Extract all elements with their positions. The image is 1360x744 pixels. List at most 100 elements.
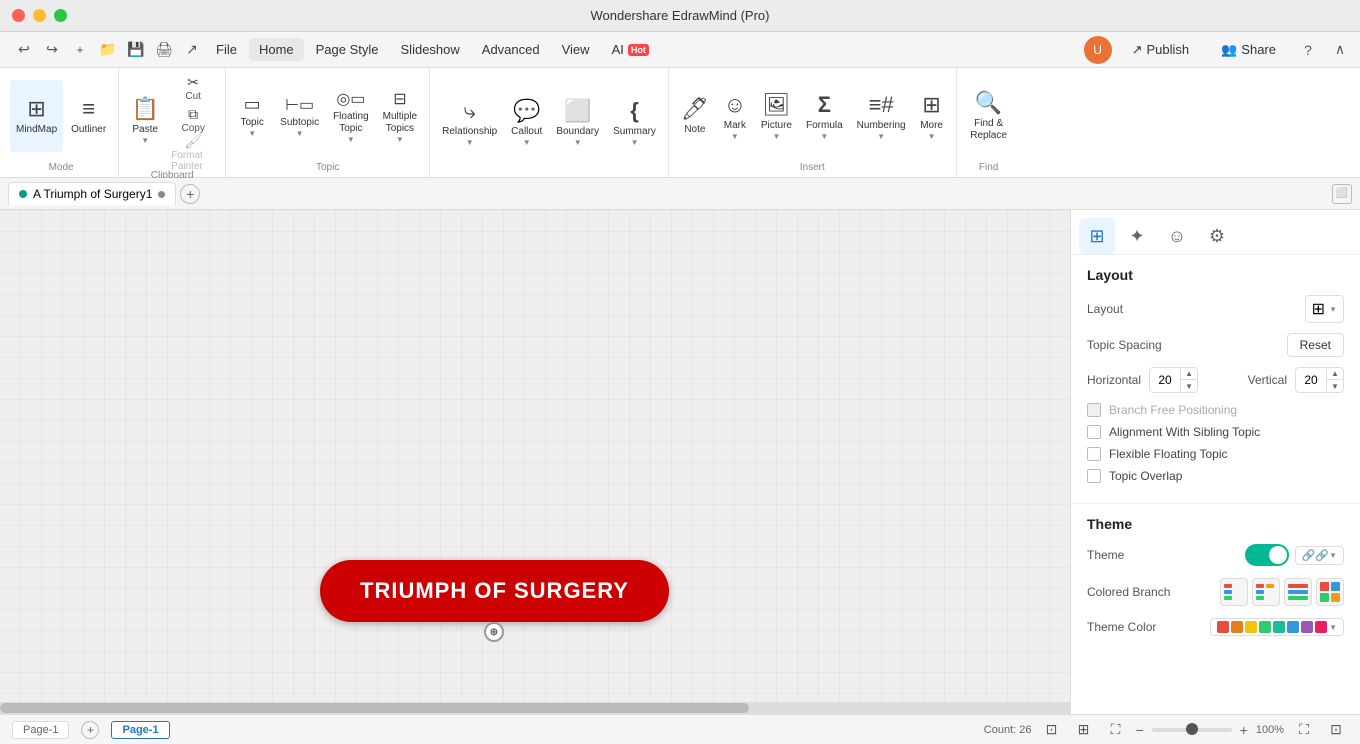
fit-view-btn[interactable]: ⊡ (1039, 718, 1063, 742)
expand-btn[interactable]: ⬜ (1332, 184, 1352, 204)
menu-advanced[interactable]: Advanced (472, 38, 550, 61)
canvas[interactable]: TRIUMPH OF SURGERY ⊕ (0, 210, 1070, 714)
note-btn[interactable]: 🖊 Note (675, 80, 715, 152)
copy-btn[interactable]: ⧉ Copy (167, 104, 219, 136)
panel-tab-ai[interactable]: ✦ (1119, 218, 1155, 254)
open-btn[interactable]: 📁 (96, 38, 120, 62)
topic-btn[interactable]: ▭ Topic ▼ (232, 80, 272, 152)
branch-option-1[interactable] (1220, 578, 1248, 606)
collapse-btn[interactable]: ∧ (1328, 38, 1352, 62)
mark-btn[interactable]: ☺ Mark ▼ (717, 80, 753, 152)
find-replace-btn[interactable]: 🔍 Find &Replace (963, 80, 1015, 152)
undo-btn[interactable]: ↩ (12, 38, 36, 62)
toggle-switch[interactable] (1245, 544, 1289, 566)
menu-view[interactable]: View (552, 38, 600, 61)
paste-btn[interactable]: 📋 Paste ▼ (125, 84, 165, 156)
mindmap-icon: ⊞ (27, 96, 45, 122)
maximize-btn[interactable] (54, 9, 67, 22)
layout-section: Layout Layout ⊞ ▼ Topic Spacing Reset Ho… (1071, 255, 1360, 504)
find-section: 🔍 Find &Replace Find (957, 68, 1021, 177)
vertical-spinner[interactable]: 20 ▲ ▼ (1295, 367, 1344, 393)
undo-redo-group: ↩ ↪ + 📁 💾 🖨 ↗ (12, 38, 204, 62)
tab-triumph[interactable]: A Triumph of Surgery1 (8, 182, 176, 205)
relationship-btn[interactable]: ⤷ Relationship ▼ (436, 87, 503, 159)
clipboard-col: ✂ Cut ⧉ Copy 🖌 Format Painter (167, 72, 219, 168)
help-btn[interactable]: ? (1296, 38, 1320, 62)
mind-map-central-node[interactable]: TRIUMPH OF SURGERY ⊕ (320, 560, 669, 622)
colored-branch-options (1220, 578, 1344, 606)
picture-btn[interactable]: 🖼 Picture ▼ (755, 80, 798, 152)
zoom-slider[interactable] (1152, 728, 1232, 732)
mindmap-btn[interactable]: ⊞ MindMap (10, 80, 63, 152)
new-tab-btn[interactable]: + (180, 184, 200, 204)
vertical-up[interactable]: ▲ (1327, 368, 1343, 380)
horizontal-down[interactable]: ▼ (1181, 380, 1197, 392)
layout-label: Layout (1087, 302, 1123, 316)
menu-home[interactable]: Home (249, 38, 304, 61)
print-btn[interactable]: 🖨 (152, 38, 176, 62)
save-btn[interactable]: 💾 (124, 38, 148, 62)
theme-color-palette[interactable]: ▼ (1210, 618, 1344, 636)
numbering-caret: ▼ (877, 132, 885, 141)
theme-option-select[interactable]: 🔗🔗 ▼ (1295, 546, 1344, 565)
format-painter-icon: 🖌 (184, 133, 202, 150)
mind-map-node-text: TRIUMPH OF SURGERY (360, 578, 629, 603)
multiple-topics-btn[interactable]: ⊟ MultipleTopics ▼ (377, 80, 423, 152)
export-btn[interactable]: ↗ (180, 38, 204, 62)
boundary-btn[interactable]: ⬜ Boundary ▼ (550, 87, 605, 159)
new-btn[interactable]: + (68, 38, 92, 62)
cut-btn[interactable]: ✂ Cut (167, 72, 219, 104)
menu-slideshow[interactable]: Slideshow (391, 38, 470, 61)
horizontal-scrollbar[interactable] (0, 702, 1070, 714)
callout-btn[interactable]: 💬 Callout ▼ (505, 87, 548, 159)
page-active-tab[interactable]: Page-1 (111, 721, 169, 739)
panel-tab-emoji[interactable]: ☺ (1159, 218, 1195, 254)
panel-tab-layout[interactable]: ⊞ (1079, 218, 1115, 254)
fullscreen-btn[interactable]: ⛶ (1103, 718, 1127, 742)
share-button[interactable]: 👥 Share (1209, 37, 1288, 63)
menu-page-style[interactable]: Page Style (306, 38, 389, 61)
alignment-checkbox[interactable] (1087, 425, 1101, 439)
layout-select[interactable]: ⊞ ▼ (1305, 295, 1344, 323)
scrollbar-thumb[interactable] (0, 703, 749, 713)
flexible-checkbox[interactable] (1087, 447, 1101, 461)
zoom-plus[interactable]: + (1240, 722, 1248, 738)
branch-option-3[interactable] (1284, 578, 1312, 606)
app-title: Wondershare EdrawMind (Pro) (591, 8, 770, 23)
horizontal-up[interactable]: ▲ (1181, 368, 1197, 380)
redo-btn[interactable]: ↪ (40, 38, 64, 62)
close-btn[interactable] (12, 9, 25, 22)
theme-toggle[interactable]: 🔗🔗 ▼ (1245, 544, 1344, 566)
alignment-row: Alignment With Sibling Topic (1087, 425, 1344, 439)
more-btn[interactable]: ⊞ More ▼ (914, 80, 950, 152)
page-tab[interactable]: Page-1 (12, 721, 69, 739)
menu-file[interactable]: File (206, 38, 247, 61)
zoom-minus[interactable]: − (1135, 722, 1143, 738)
branch-free-checkbox[interactable] (1087, 403, 1101, 417)
branch-option-4[interactable] (1316, 578, 1344, 606)
reset-button[interactable]: Reset (1287, 333, 1344, 357)
canvas-background: TRIUMPH OF SURGERY ⊕ (0, 210, 1070, 714)
user-avatar[interactable]: U (1084, 36, 1112, 64)
menu-ai[interactable]: AI Hot (602, 38, 659, 61)
expand-view-btn[interactable]: ⛶ (1292, 718, 1316, 742)
branch-option-2[interactable] (1252, 578, 1280, 606)
summary-btn[interactable]: { Summary ▼ (607, 87, 662, 159)
floating-topic-btn[interactable]: ◎▭ FloatingTopic ▼ (327, 80, 375, 152)
color-1 (1217, 621, 1229, 633)
publish-button[interactable]: ↗ Publish (1120, 37, 1202, 63)
node-handle[interactable]: ⊕ (484, 622, 504, 642)
tab-color-dot (19, 190, 27, 198)
minimize-btn[interactable] (33, 9, 46, 22)
overlap-checkbox[interactable] (1087, 469, 1101, 483)
panel-toggle-btn[interactable]: ⊡ (1324, 718, 1348, 742)
formula-btn[interactable]: Σ Formula ▼ (800, 80, 849, 152)
numbering-btn[interactable]: ≡# Numbering ▼ (851, 80, 912, 152)
add-page-btn[interactable]: + (81, 721, 99, 739)
actual-size-btn[interactable]: ⊞ (1071, 718, 1095, 742)
outliner-btn[interactable]: ≡ Outliner (65, 80, 112, 152)
horizontal-spinner[interactable]: 20 ▲ ▼ (1149, 367, 1198, 393)
panel-tab-settings[interactable]: ⚙ (1199, 218, 1235, 254)
vertical-down[interactable]: ▼ (1327, 380, 1343, 392)
subtopic-btn[interactable]: ⊢▭ Subtopic ▼ (274, 80, 325, 152)
